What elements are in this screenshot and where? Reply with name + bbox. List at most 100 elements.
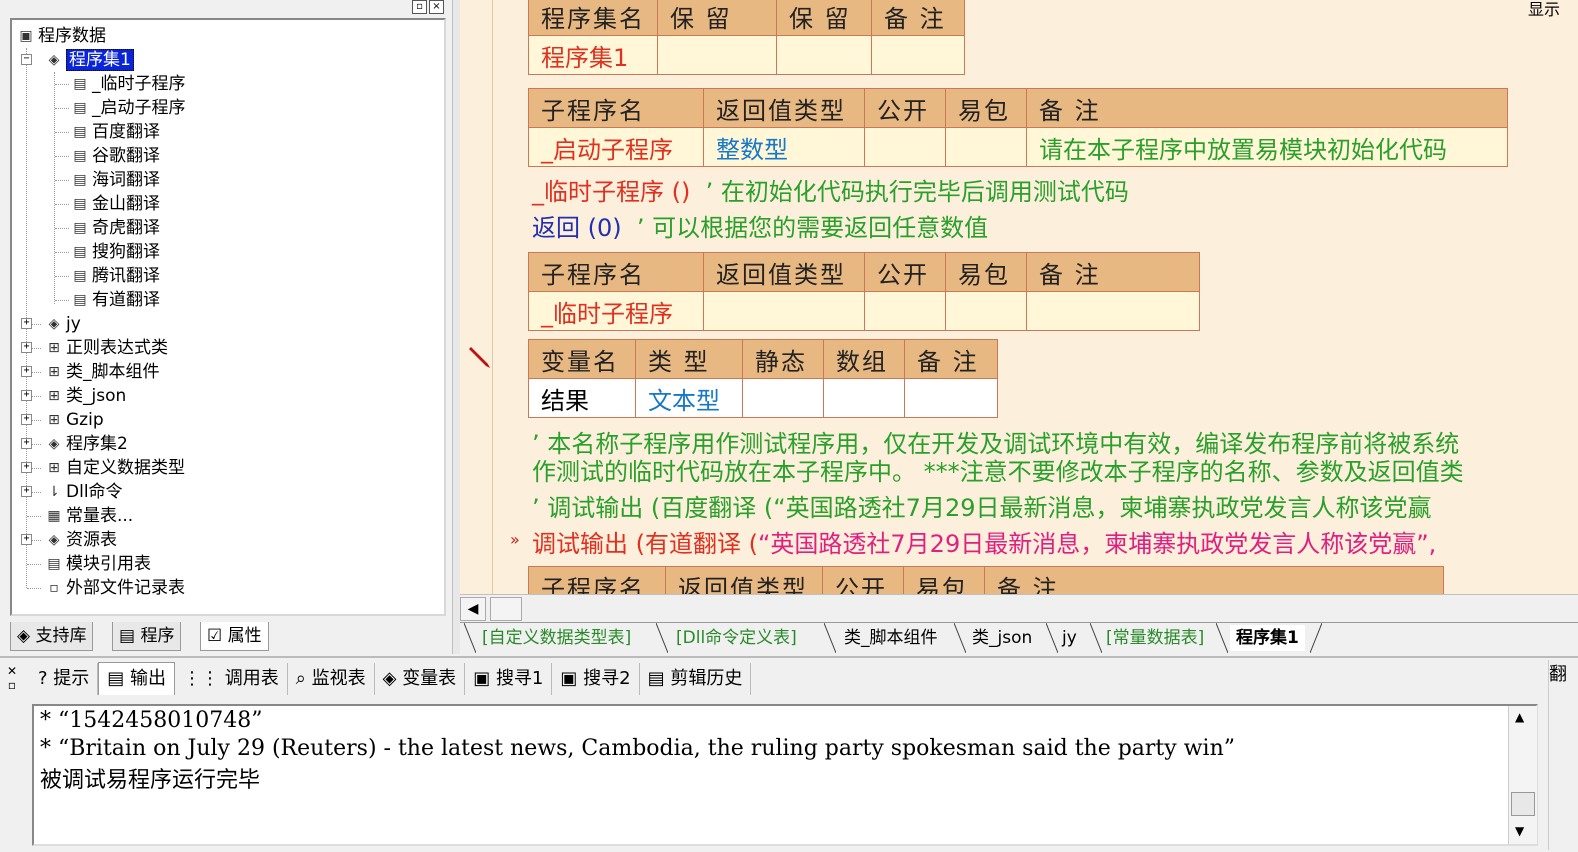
tree-item-subroutine[interactable]: ▤ 有道翻译 xyxy=(68,288,160,312)
tree-item[interactable]: ⇂ Dll命令 xyxy=(42,480,122,504)
tree-item-subroutine[interactable]: ▤ 搜狗翻译 xyxy=(68,240,160,264)
tab-variables[interactable]: ◈ 变量表 xyxy=(375,663,466,695)
tab-custom-data-types[interactable]: [自定义数据类型表] xyxy=(476,625,637,651)
cell[interactable] xyxy=(823,378,905,418)
code-line-1[interactable]: _临时子程序 () ’ 在初始化代码执行完毕后调用测试代码 xyxy=(532,172,1129,207)
tree-item-program-set-1[interactable]: ◈ 程序集1 xyxy=(42,48,134,72)
cell[interactable] xyxy=(1026,291,1200,331)
tab-separator xyxy=(1216,623,1228,653)
tree-item-subroutine[interactable]: ▤ 海词翻译 xyxy=(68,168,160,192)
cell[interactable] xyxy=(945,291,1027,331)
col-header: 子程序名 xyxy=(528,88,704,128)
class-icon: ⊞ xyxy=(48,412,60,428)
left-panel-tabs: ◈ 支持库 ▤ 程序 ☑ 属性 xyxy=(0,620,452,654)
tab-search-1[interactable]: ▣ 搜寻1 xyxy=(465,663,553,695)
tree-root[interactable]: ▣ 程序数据 xyxy=(14,24,106,48)
cell[interactable] xyxy=(871,35,965,75)
restore-icon[interactable]: ▫ xyxy=(412,0,427,14)
tree-item-subroutine[interactable]: ▤ _临时子程序 xyxy=(68,72,185,96)
code-line-debug[interactable]: 调试输出 (有道翻译 (“英国路透社7月29日最新消息，柬埔寨执政党发言人称该党… xyxy=(532,524,1436,559)
tab-clip-history[interactable]: ▤ 剪辑历史 xyxy=(640,663,752,695)
tree-item[interactable]: ⊞ 正则表达式类 xyxy=(42,336,168,360)
expand-icon[interactable]: + xyxy=(21,318,32,329)
expand-icon[interactable]: + xyxy=(21,390,32,401)
tree-item[interactable]: ◈ jy xyxy=(42,312,81,336)
code-line-2[interactable]: 返回 (0) ’ 可以根据您的需要返回任意数值 xyxy=(532,208,988,243)
expand-icon[interactable]: + xyxy=(21,414,32,425)
cell[interactable] xyxy=(742,378,824,418)
tree-item-subroutine[interactable]: ▤ 奇虎翻译 xyxy=(68,216,160,240)
resources-icon: ◈ xyxy=(48,532,60,548)
cell[interactable] xyxy=(864,127,946,167)
editor-hscrollbar[interactable]: ◀ xyxy=(460,594,1578,623)
tab-constants[interactable]: [常量数据表] xyxy=(1100,625,1210,651)
tree-item-subroutine[interactable]: ▤ 腾讯翻译 xyxy=(68,264,160,288)
cell[interactable] xyxy=(776,35,872,75)
expand-icon[interactable]: + xyxy=(21,534,32,545)
scroll-down-icon[interactable]: ▼ xyxy=(1515,824,1524,838)
current-line-marker-icon: » xyxy=(510,530,520,549)
tab-program[interactable]: ▤ 程序 xyxy=(112,622,182,651)
tree-item[interactable]: ▤ 模块引用表 xyxy=(42,552,151,576)
cell[interactable] xyxy=(945,127,1027,167)
tab-jy[interactable]: jy xyxy=(1056,625,1083,651)
tree-item[interactable]: ▦ 常量表... xyxy=(42,504,133,528)
tree-item[interactable]: ◈ 资源表 xyxy=(42,528,117,552)
subroutine-name[interactable]: _临时子程序 xyxy=(528,291,704,331)
panel-close-controls[interactable]: ✕ ▫ xyxy=(4,664,20,692)
tab-script-component[interactable]: 类_脚本组件 xyxy=(838,625,944,651)
side-panel-edge[interactable]: 翻 xyxy=(1548,660,1578,850)
magnifier-icon: ⌕ xyxy=(295,668,306,689)
expand-icon[interactable]: + xyxy=(21,462,32,473)
tree-item-subroutine[interactable]: ▤ 谷歌翻译 xyxy=(68,144,160,168)
variable-type[interactable]: 文本型 xyxy=(635,378,743,418)
close-icon[interactable]: ✕ xyxy=(4,664,20,678)
scroll-thumb[interactable] xyxy=(1511,792,1535,816)
display-button[interactable]: 显示 xyxy=(1528,0,1560,20)
tab-search-2[interactable]: ▣ 搜寻2 xyxy=(552,663,640,695)
scroll-left-icon[interactable]: ◀ xyxy=(460,597,486,621)
tree-item[interactable]: ⊞ Gzip xyxy=(42,408,104,432)
subroutine-note[interactable]: 请在本子程序中放置易模块初始化代码 xyxy=(1026,127,1508,167)
tree-item[interactable]: ⊞ 类_json xyxy=(42,384,126,408)
tab-program-set-1[interactable]: 程序集1 xyxy=(1230,625,1305,651)
output-textbox[interactable]: * “1542458010748” * “Britain on July 29 … xyxy=(32,704,1538,846)
tab-call-stack[interactable]: ⋮⋮ 调用表 xyxy=(175,663,288,695)
pin-icon[interactable]: ▫ xyxy=(4,678,20,692)
expand-icon[interactable]: + xyxy=(21,342,32,353)
cell[interactable] xyxy=(657,35,777,75)
cell[interactable] xyxy=(703,291,865,331)
tab-dll-commands[interactable]: [Dll命令定义表] xyxy=(670,625,803,651)
tree-item-subroutine[interactable]: ▤ _启动子程序 xyxy=(68,96,185,120)
tree-item[interactable]: ▫ 外部文件记录表 xyxy=(42,576,185,600)
return-type[interactable]: 整数型 xyxy=(703,127,865,167)
tab-json[interactable]: 类_json xyxy=(966,625,1038,651)
scroll-up-icon[interactable]: ▲ xyxy=(1515,710,1524,724)
expand-icon[interactable]: + xyxy=(21,366,32,377)
expand-icon[interactable]: + xyxy=(21,486,32,497)
comment-line[interactable]: 作测试的临时代码放在本子程序中。 ***注意不要修改本子程序的名称、参数及返回值… xyxy=(532,452,1464,487)
variable-name[interactable]: 结果 xyxy=(528,378,636,418)
close-icon[interactable]: × xyxy=(429,0,444,14)
tree-item[interactable]: ⊞ 自定义数据类型 xyxy=(42,456,185,480)
tab-properties[interactable]: ☑ 属性 xyxy=(200,622,269,651)
tab-support-library[interactable]: ◈ 支持库 xyxy=(10,622,94,651)
cell[interactable] xyxy=(904,378,998,418)
tree-item[interactable]: ⊞ 类_脚本组件 xyxy=(42,360,159,384)
output-vscrollbar[interactable]: ▲ ▼ xyxy=(1508,706,1537,844)
tree-item-subroutine[interactable]: ▤ 百度翻译 xyxy=(68,120,160,144)
project-tree[interactable]: ▣ 程序数据 − ◈ 程序集1 ▤ _临时子程序 ▤ _启动子程序 ▤ 百度翻译 ▤ 谷歌翻译 ▤ 海… xyxy=(10,18,446,616)
tab-output[interactable]: ▤ 输出 xyxy=(98,662,176,695)
subroutine-name[interactable]: _启动子程序 xyxy=(528,127,704,167)
collapse-icon[interactable]: − xyxy=(21,54,32,65)
tree-item-subroutine[interactable]: ▤ 金山翻译 xyxy=(68,192,160,216)
comment-line[interactable]: ’ 调试输出 (百度翻译 (“英国路透社7月29日最新消息，柬埔寨执政党发言人称… xyxy=(532,488,1431,523)
tab-watch[interactable]: ⌕ 监视表 xyxy=(288,663,375,695)
scroll-thumb[interactable] xyxy=(490,597,522,621)
program-set-name[interactable]: 程序集1 xyxy=(528,35,658,75)
tab-hints[interactable]: ? 提示 xyxy=(30,663,99,695)
tree-item[interactable]: ◈ 程序集2 xyxy=(42,432,128,456)
cell[interactable] xyxy=(864,291,946,331)
col-header: 易包 xyxy=(945,252,1027,292)
expand-icon[interactable]: + xyxy=(21,438,32,449)
